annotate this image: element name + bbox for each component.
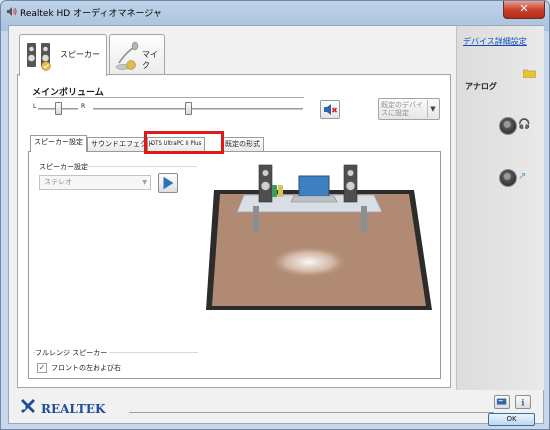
speaker-icon — [27, 43, 51, 71]
info-card-icon — [496, 398, 507, 405]
balance-slider-thumb[interactable] — [55, 102, 62, 115]
main-panel: スピーカー マイク メインボリューム L R 既定のデバイスに設定 ▼ スピーカ… — [17, 34, 451, 388]
volume-slider-thumb[interactable] — [184, 102, 192, 115]
set-default-device-button[interactable]: 既定のデバイスに設定 ▼ — [378, 98, 440, 120]
help-button[interactable]: i — [515, 395, 531, 409]
footer: REALTEK i OK — [9, 390, 543, 426]
play-test-button[interactable] — [158, 173, 178, 193]
laptop — [290, 175, 338, 203]
line-in-jack-icon: ↗ — [518, 171, 527, 182]
ok-button[interactable]: OK — [488, 413, 535, 426]
tab-speaker-label: スピーカー — [60, 50, 100, 59]
svg-text:i: i — [521, 398, 525, 408]
balance-right-label: R — [81, 103, 86, 110]
speaker-panel: メインボリューム L R 既定のデバイスに設定 ▼ スピーカー設定 サウンドエフ… — [17, 74, 451, 388]
right-pane: デバイス詳細設定 アナログ 🎧 ↗ — [456, 26, 544, 390]
tab-microphone-label: マイク — [142, 50, 158, 70]
footer-divider — [129, 412, 494, 413]
realtek-logo: REALTEK — [21, 399, 106, 416]
full-range-label: フルレンジ スピーカー — [35, 348, 110, 358]
info-button[interactable] — [494, 395, 510, 409]
line-in-jack[interactable] — [499, 169, 517, 187]
volume-slider-track[interactable] — [93, 108, 303, 110]
microphone-icon — [115, 41, 139, 70]
mute-button[interactable] — [320, 100, 340, 119]
tab-speaker-config-label: スピーカー設定 — [34, 138, 83, 146]
right-speaker — [343, 164, 358, 203]
tab-speaker-config[interactable]: スピーカー設定 — [30, 135, 87, 152]
folder-icon[interactable] — [523, 68, 536, 78]
balance-left-label: L — [33, 103, 37, 110]
play-icon — [163, 176, 174, 190]
analog-label: アナログ — [465, 82, 497, 91]
app-window: Realtek HD オーディオマネージャ ✕ スピーカー マイク メインボリュ… — [0, 0, 550, 430]
sweet-spot — [269, 246, 349, 278]
speaker-config-select[interactable]: ステレオ ▼ — [39, 175, 151, 190]
tab-default-format[interactable]: 既定の形式 — [221, 137, 264, 151]
speaker-room-illustration — [206, 164, 432, 310]
close-button[interactable]: ✕ — [503, 1, 545, 19]
headphone-jack-icon: 🎧 — [518, 119, 531, 130]
window-title: Realtek HD オーディオマネージャ — [20, 9, 162, 19]
tab-default-format-label: 既定の形式 — [225, 140, 260, 148]
main-volume-divider — [36, 97, 304, 98]
headphone-jack[interactable] — [499, 117, 517, 135]
advanced-settings-link[interactable]: デバイス詳細設定 — [463, 36, 527, 47]
chevron-down-icon: ▼ — [142, 179, 147, 186]
front-left-right-label: フロントの左および右 — [51, 364, 121, 372]
brand-text: REALTEK — [41, 402, 106, 416]
speaker-config-value: ステレオ — [44, 178, 72, 186]
info-icon: i — [521, 398, 525, 408]
set-default-device-label: 既定のデバイスに設定 — [381, 101, 423, 117]
tab-microphone[interactable]: マイク — [109, 34, 165, 74]
speaker-config-label: スピーカー設定 — [39, 163, 88, 171]
speaker-volume-icon — [7, 7, 17, 16]
chevron-down-icon[interactable]: ▼ — [427, 100, 438, 118]
left-speaker — [258, 164, 273, 203]
front-left-right-checkbox[interactable]: ✓ — [37, 363, 47, 373]
mute-speaker-icon — [324, 104, 338, 115]
tab-speaker[interactable]: スピーカー — [19, 34, 107, 76]
speaker-config-panel: スピーカー設定 ステレオ ▼ フルレンジ スピーカー ✓ フロントの左および右 — [28, 151, 441, 379]
highlight-annotation-box — [144, 131, 224, 154]
title-bar: Realtek HD オーディオマネージャ ✕ — [1, 1, 549, 23]
client-area: スピーカー マイク メインボリューム L R 既定のデバイスに設定 ▼ スピーカ… — [8, 25, 544, 426]
speaker-config-divider — [87, 166, 197, 167]
